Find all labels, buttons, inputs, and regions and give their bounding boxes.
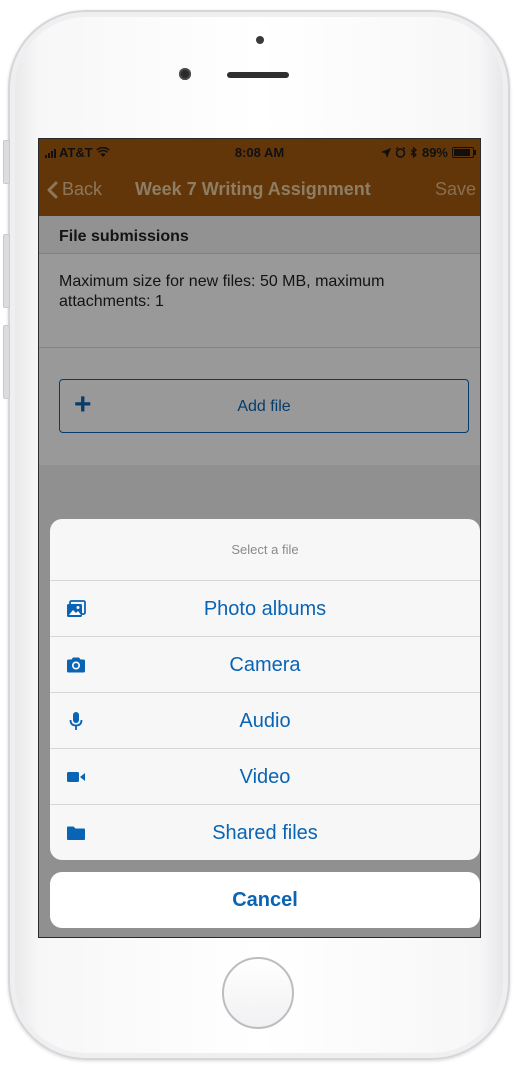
cancel-button[interactable]: Cancel — [50, 872, 480, 928]
video-option[interactable]: Video — [50, 749, 480, 805]
select-file-action-sheet: Select a file Photo albums Camera Audio … — [50, 519, 480, 860]
video-label: Video — [239, 766, 291, 788]
audio-label: Audio — [239, 710, 291, 732]
home-button[interactable] — [222, 957, 294, 1029]
action-sheet-title: Select a file — [50, 519, 480, 581]
photo-albums-label: Photo albums — [203, 598, 327, 620]
earpiece-speaker — [227, 72, 289, 78]
shared-files-option[interactable]: Shared files — [50, 805, 480, 860]
camera-icon — [67, 657, 85, 673]
volume-down-button — [3, 325, 10, 399]
photo-albums-option[interactable]: Photo albums — [50, 581, 480, 637]
camera-label: Camera — [229, 654, 301, 676]
video-camera-icon — [67, 772, 85, 782]
photo-album-icon — [67, 600, 86, 617]
front-camera — [179, 68, 191, 80]
phone-screen: AT&T 8:08 AM 89% Back Week 7 Writing Ass… — [38, 138, 481, 938]
volume-up-button — [3, 234, 10, 308]
proximity-sensor — [256, 36, 264, 44]
shared-files-label: Shared files — [212, 822, 318, 844]
audio-option[interactable]: Audio — [50, 693, 480, 749]
folder-icon — [67, 826, 85, 840]
microphone-icon — [69, 712, 83, 730]
mute-switch — [3, 140, 10, 184]
camera-option[interactable]: Camera — [50, 637, 480, 693]
